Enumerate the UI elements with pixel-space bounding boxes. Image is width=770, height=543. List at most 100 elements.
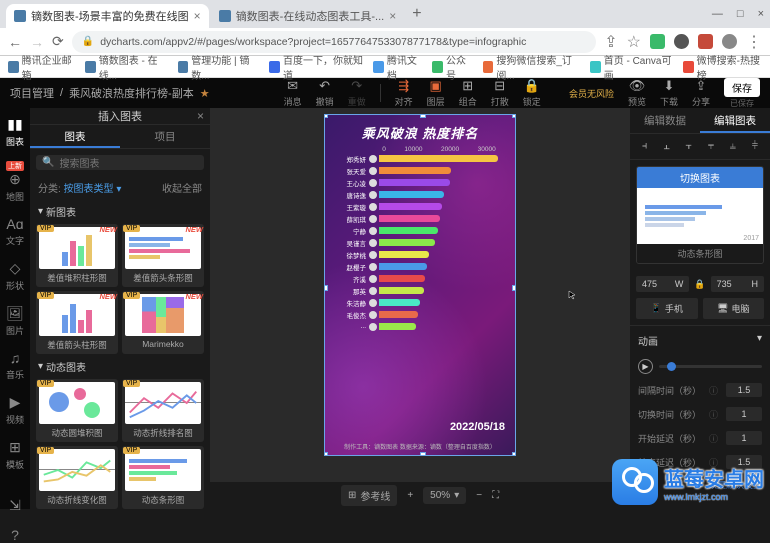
rail-help[interactable]: ?: [11, 527, 19, 543]
resize-handle[interactable]: [324, 285, 328, 291]
chart-card[interactable]: VIP动态条形图: [122, 446, 204, 509]
rail-export[interactable]: ⇲: [9, 497, 21, 514]
desktop-button[interactable]: 🖥电脑: [703, 298, 765, 319]
save-button[interactable]: 保存: [724, 78, 760, 97]
rail-text[interactable]: Aɑ文字: [6, 216, 24, 247]
new-tab-button[interactable]: +: [406, 5, 427, 23]
resize-handle[interactable]: [420, 114, 426, 118]
rail-music[interactable]: ♫音乐: [6, 350, 24, 381]
resize-handle[interactable]: [324, 114, 328, 118]
redo-button[interactable]: ↷重做: [348, 78, 366, 108]
bookmark[interactable]: 公众号: [432, 52, 472, 82]
align-center-icon[interactable]: ⫠: [663, 140, 670, 153]
share-button[interactable]: ⇪分享: [692, 78, 710, 108]
collapse-all[interactable]: 收起全部: [162, 180, 202, 195]
anim-value-input[interactable]: 1.5: [726, 455, 762, 469]
undo-button[interactable]: ↶撤销: [316, 78, 334, 108]
maximize-icon[interactable]: □: [737, 8, 744, 20]
close-icon[interactable]: ×: [194, 9, 201, 23]
rail-chart[interactable]: ▮▮图表: [6, 116, 24, 148]
lock-button[interactable]: 🔒锁定: [523, 78, 541, 108]
chart-card[interactable]: VIPNEW差值箭头条形图: [122, 224, 204, 287]
rail-video[interactable]: ▶视频: [6, 394, 24, 426]
back-icon[interactable]: ←: [8, 34, 22, 50]
chart-card[interactable]: VIP动态折线排名图: [122, 379, 204, 442]
forward-icon[interactable]: →: [30, 34, 44, 50]
info-icon[interactable]: ⓘ: [709, 456, 718, 469]
height-input[interactable]: 735H: [711, 276, 764, 292]
star-icon[interactable]: ☆: [627, 32, 641, 52]
layer-button[interactable]: ▣图层: [427, 78, 445, 108]
bookmark[interactable]: 搜狗微信搜索_订阅...: [483, 52, 580, 82]
info-icon[interactable]: ⓘ: [709, 408, 718, 421]
zoom-in-button[interactable]: +: [407, 490, 413, 501]
bookmark[interactable]: 腾讯文档: [373, 52, 422, 82]
resize-handle[interactable]: [512, 452, 516, 456]
animation-section[interactable]: 动画▾: [630, 325, 770, 355]
ext-icon[interactable]: [674, 34, 689, 49]
info-icon[interactable]: ⓘ: [709, 384, 718, 397]
close-icon[interactable]: ×: [758, 8, 764, 20]
rail-shape[interactable]: ◇形状: [6, 260, 24, 292]
zoom-out-button[interactable]: −: [476, 490, 482, 501]
resize-handle[interactable]: [420, 452, 426, 456]
tab-projects[interactable]: 项目: [120, 125, 210, 148]
bookmark[interactable]: 管理功能 | 镝数...: [178, 52, 260, 82]
align-button[interactable]: ⇶对齐: [395, 78, 413, 108]
chart-card[interactable]: VIP动态圆堆积图: [36, 379, 118, 442]
align-right-icon[interactable]: ⫟: [685, 140, 692, 153]
tab-edit-data[interactable]: 编辑数据: [630, 108, 700, 133]
progress-slider[interactable]: [659, 365, 762, 368]
resize-handle[interactable]: [324, 452, 328, 456]
chart-card[interactable]: VIPNEW差值堆积柱形图: [36, 224, 118, 287]
resize-handle[interactable]: [512, 285, 516, 291]
align-bottom-icon[interactable]: ⫩: [752, 140, 758, 153]
bookmark[interactable]: 镝数图表 - 在线...: [85, 52, 167, 82]
ext-icon[interactable]: [698, 34, 713, 49]
slider-thumb[interactable]: [667, 362, 676, 371]
search-input[interactable]: 🔍搜索图表: [36, 155, 204, 170]
section-dynamic-charts[interactable]: ▾ 动态图表: [30, 354, 210, 379]
width-input[interactable]: 475W: [636, 276, 689, 292]
star-icon[interactable]: ★: [200, 87, 210, 100]
bookmark[interactable]: 腾讯企业邮箱: [8, 52, 75, 82]
chart-card[interactable]: VIPNEWMarimekko: [122, 291, 204, 354]
preview-button[interactable]: 👁预览: [628, 78, 646, 108]
resize-handle[interactable]: [512, 114, 516, 118]
ext-icon[interactable]: [650, 34, 665, 49]
section-new-charts[interactable]: ▾ 新图表: [30, 199, 210, 224]
breadcrumb-root[interactable]: 项目管理: [10, 85, 54, 101]
tab-charts[interactable]: 图表: [30, 125, 120, 148]
chart-card[interactable]: VIPNEW差值箭头柱形图: [36, 291, 118, 354]
close-icon[interactable]: ×: [197, 109, 204, 123]
filter-dropdown[interactable]: 按图表类型 ▾: [64, 184, 122, 195]
guides-toggle[interactable]: ⊞参考线: [341, 485, 397, 506]
download-button[interactable]: ⬇下载: [660, 78, 678, 108]
lock-aspect-icon[interactable]: 🔒: [694, 279, 705, 290]
play-button[interactable]: ▶: [638, 359, 653, 374]
messages-button[interactable]: ✉消息: [284, 78, 302, 108]
switch-chart-card[interactable]: 切换图表 2017 动态条形图: [636, 166, 764, 264]
bookmark[interactable]: 百度一下，你就知道: [269, 52, 363, 82]
rail-map[interactable]: 上新⊕地图: [6, 161, 24, 203]
tab-edit-chart[interactable]: 编辑图表: [700, 108, 770, 133]
ext-icon[interactable]: [722, 34, 737, 49]
zoom-level[interactable]: 50% ▾: [423, 487, 466, 504]
url-input[interactable]: 🔒dycharts.com/appv2/#/pages/workspace?pr…: [72, 31, 597, 53]
browser-tab-2[interactable]: 镝数图表-在线动态图表工具-...×: [211, 4, 405, 28]
minimize-icon[interactable]: —: [712, 8, 723, 20]
close-icon[interactable]: ×: [389, 9, 396, 23]
canvas[interactable]: 乘风破浪 热度排名 0 10000 20000 30000 郑秀妍张天爱王心凌唐…: [324, 114, 516, 456]
anim-value-input[interactable]: 1: [726, 431, 762, 445]
reset-defaults[interactable]: 恢复默认设置: [630, 474, 770, 495]
align-left-icon[interactable]: ⫞: [642, 140, 648, 153]
fit-screen-button[interactable]: ⛶: [492, 490, 499, 501]
mobile-button[interactable]: 📱手机: [636, 298, 698, 319]
vip-badge[interactable]: 会员无风险: [569, 87, 614, 100]
reload-icon[interactable]: ⟳: [52, 33, 64, 50]
browser-tab-1[interactable]: 镝数图表-场景丰富的免费在线图×: [6, 4, 209, 28]
menu-icon[interactable]: ⋮: [746, 32, 762, 52]
rail-template[interactable]: ⊞模板: [6, 439, 24, 471]
align-middle-icon[interactable]: ⫨: [730, 140, 736, 153]
chart-card[interactable]: VIP动态折线变化图: [36, 446, 118, 509]
